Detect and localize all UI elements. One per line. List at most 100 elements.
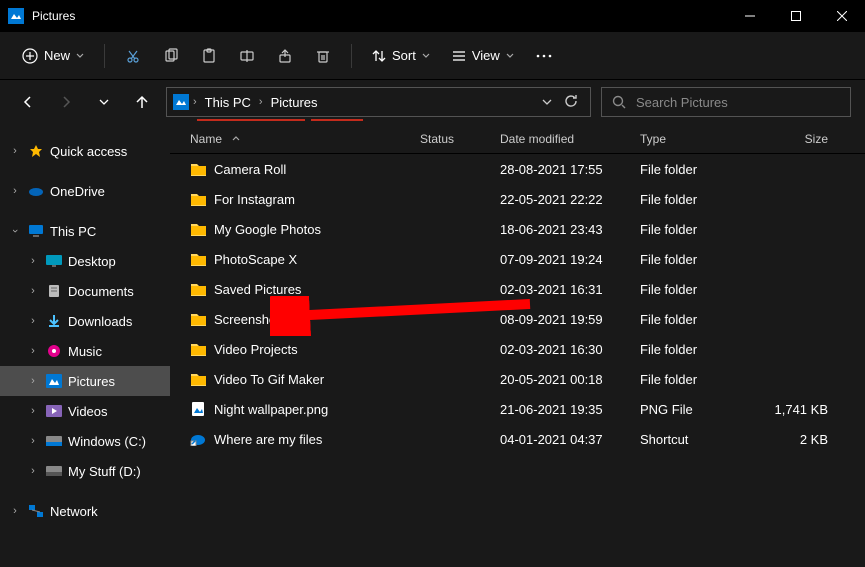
column-date[interactable]: Date modified: [500, 132, 640, 146]
sidebar-videos[interactable]: › Videos: [0, 396, 170, 426]
file-name: Night wallpaper.png: [214, 402, 328, 417]
recent-dropdown[interactable]: [90, 88, 118, 116]
sidebar-downloads[interactable]: › Downloads: [0, 306, 170, 336]
sidebar-pictures[interactable]: › Pictures: [0, 366, 170, 396]
breadcrumb-pictures[interactable]: Pictures: [267, 95, 322, 110]
folder-icon: [190, 191, 206, 207]
videos-icon: [46, 403, 62, 419]
chevron-right-icon[interactable]: ›: [26, 435, 40, 447]
chevron-right-icon[interactable]: ›: [26, 285, 40, 297]
folder-icon: [190, 341, 206, 357]
downloads-icon: [46, 313, 62, 329]
sidebar-quick-access[interactable]: › Quick access: [0, 136, 170, 166]
breadcrumb-this-pc[interactable]: This PC: [201, 95, 255, 110]
view-button[interactable]: View: [444, 40, 522, 72]
file-name: Video Projects: [214, 342, 298, 357]
search-input[interactable]: [636, 95, 840, 110]
file-type: File folder: [640, 192, 770, 207]
file-date: 02-03-2021 16:30: [500, 342, 640, 357]
pc-icon: [28, 223, 44, 239]
file-type: File folder: [640, 312, 770, 327]
column-size[interactable]: Size: [770, 132, 840, 146]
more-button[interactable]: [528, 40, 560, 72]
chevron-right-icon[interactable]: ›: [26, 375, 40, 387]
file-name: Camera Roll: [214, 162, 286, 177]
table-row[interactable]: For Instagram22-05-2021 22:22File folder: [170, 184, 865, 214]
address-bar[interactable]: › This PC › Pictures: [166, 87, 591, 117]
sidebar-music[interactable]: › Music: [0, 336, 170, 366]
chevron-right-icon[interactable]: ›: [26, 465, 40, 477]
table-row[interactable]: Video To Gif Maker20-05-2021 00:18File f…: [170, 364, 865, 394]
up-button[interactable]: [128, 88, 156, 116]
sort-button[interactable]: Sort: [364, 40, 438, 72]
share-button[interactable]: [269, 40, 301, 72]
sidebar-documents[interactable]: › Documents: [0, 276, 170, 306]
annotation-underline: [197, 119, 305, 121]
sidebar-desktop[interactable]: › Desktop: [0, 246, 170, 276]
chevron-right-icon[interactable]: ›: [8, 145, 22, 157]
file-name: Video To Gif Maker: [214, 372, 324, 387]
rename-button[interactable]: [231, 40, 263, 72]
close-button[interactable]: [819, 0, 865, 32]
column-name[interactable]: Name: [170, 132, 420, 146]
chevron-right-icon[interactable]: ›: [8, 185, 22, 197]
toolbar-separator: [351, 44, 352, 68]
view-label: View: [472, 48, 500, 63]
file-type: File folder: [640, 252, 770, 267]
copy-button[interactable]: [155, 40, 187, 72]
folder-icon: [190, 161, 206, 177]
sidebar-label: OneDrive: [50, 184, 105, 199]
chevron-right-icon[interactable]: ›: [26, 255, 40, 267]
cut-button[interactable]: [117, 40, 149, 72]
sidebar-this-pc[interactable]: › This PC: [0, 216, 170, 246]
app-icon: [8, 8, 24, 24]
new-button[interactable]: New: [14, 40, 92, 72]
file-date: 21-06-2021 19:35: [500, 402, 640, 417]
sidebar-onedrive[interactable]: › OneDrive: [0, 176, 170, 206]
chevron-right-icon[interactable]: ›: [26, 345, 40, 357]
sidebar-windows-c[interactable]: › Windows (C:): [0, 426, 170, 456]
file-date: 18-06-2021 23:43: [500, 222, 640, 237]
navbar: › This PC › Pictures: [0, 80, 865, 124]
chevron-right-icon[interactable]: ›: [193, 96, 197, 108]
chevron-right-icon[interactable]: ›: [26, 315, 40, 327]
refresh-button[interactable]: [564, 94, 578, 111]
paste-button[interactable]: [193, 40, 225, 72]
chevron-right-icon[interactable]: ›: [259, 96, 263, 108]
file-date: 07-09-2021 19:24: [500, 252, 640, 267]
delete-button[interactable]: [307, 40, 339, 72]
sidebar-mystuff-d[interactable]: › My Stuff (D:): [0, 456, 170, 486]
column-type[interactable]: Type: [640, 132, 770, 146]
file-name: PhotoScape X: [214, 252, 297, 267]
sidebar-network[interactable]: › Network: [0, 496, 170, 526]
search-box[interactable]: [601, 87, 851, 117]
sidebar-label: Network: [50, 504, 98, 519]
pictures-icon: [46, 373, 62, 389]
chevron-down-icon[interactable]: ›: [9, 224, 21, 238]
sidebar-label: Desktop: [68, 254, 116, 269]
table-row[interactable]: PhotoScape X 07-09-2021 19:24File folder: [170, 244, 865, 274]
file-date: 22-05-2021 22:22: [500, 192, 640, 207]
maximize-button[interactable]: [773, 0, 819, 32]
search-icon: [612, 95, 626, 109]
file-date: 28-08-2021 17:55: [500, 162, 640, 177]
address-dropdown[interactable]: [542, 95, 552, 110]
column-headers: Name Status Date modified Type Size: [170, 124, 865, 154]
forward-button[interactable]: [52, 88, 80, 116]
chevron-right-icon[interactable]: ›: [26, 405, 40, 417]
music-icon: [46, 343, 62, 359]
column-status[interactable]: Status: [420, 132, 500, 146]
back-button[interactable]: [14, 88, 42, 116]
table-row[interactable]: Screenshots08-09-2021 19:59File folder: [170, 304, 865, 334]
chevron-right-icon[interactable]: ›: [8, 505, 22, 517]
file-type: File folder: [640, 372, 770, 387]
table-row[interactable]: My Google Photos18-06-2021 23:43File fol…: [170, 214, 865, 244]
annotation-underline: [311, 119, 363, 121]
file-name: Screenshots: [214, 312, 286, 327]
minimize-button[interactable]: [727, 0, 773, 32]
table-row[interactable]: Saved Pictures02-03-2021 16:31File folde…: [170, 274, 865, 304]
table-row[interactable]: Video Projects02-03-2021 16:30File folde…: [170, 334, 865, 364]
table-row[interactable]: Camera Roll28-08-2021 17:55File folder: [170, 154, 865, 184]
table-row[interactable]: Night wallpaper.png21-06-2021 19:35PNG F…: [170, 394, 865, 424]
table-row[interactable]: Where are my files04-01-2021 04:37Shortc…: [170, 424, 865, 454]
